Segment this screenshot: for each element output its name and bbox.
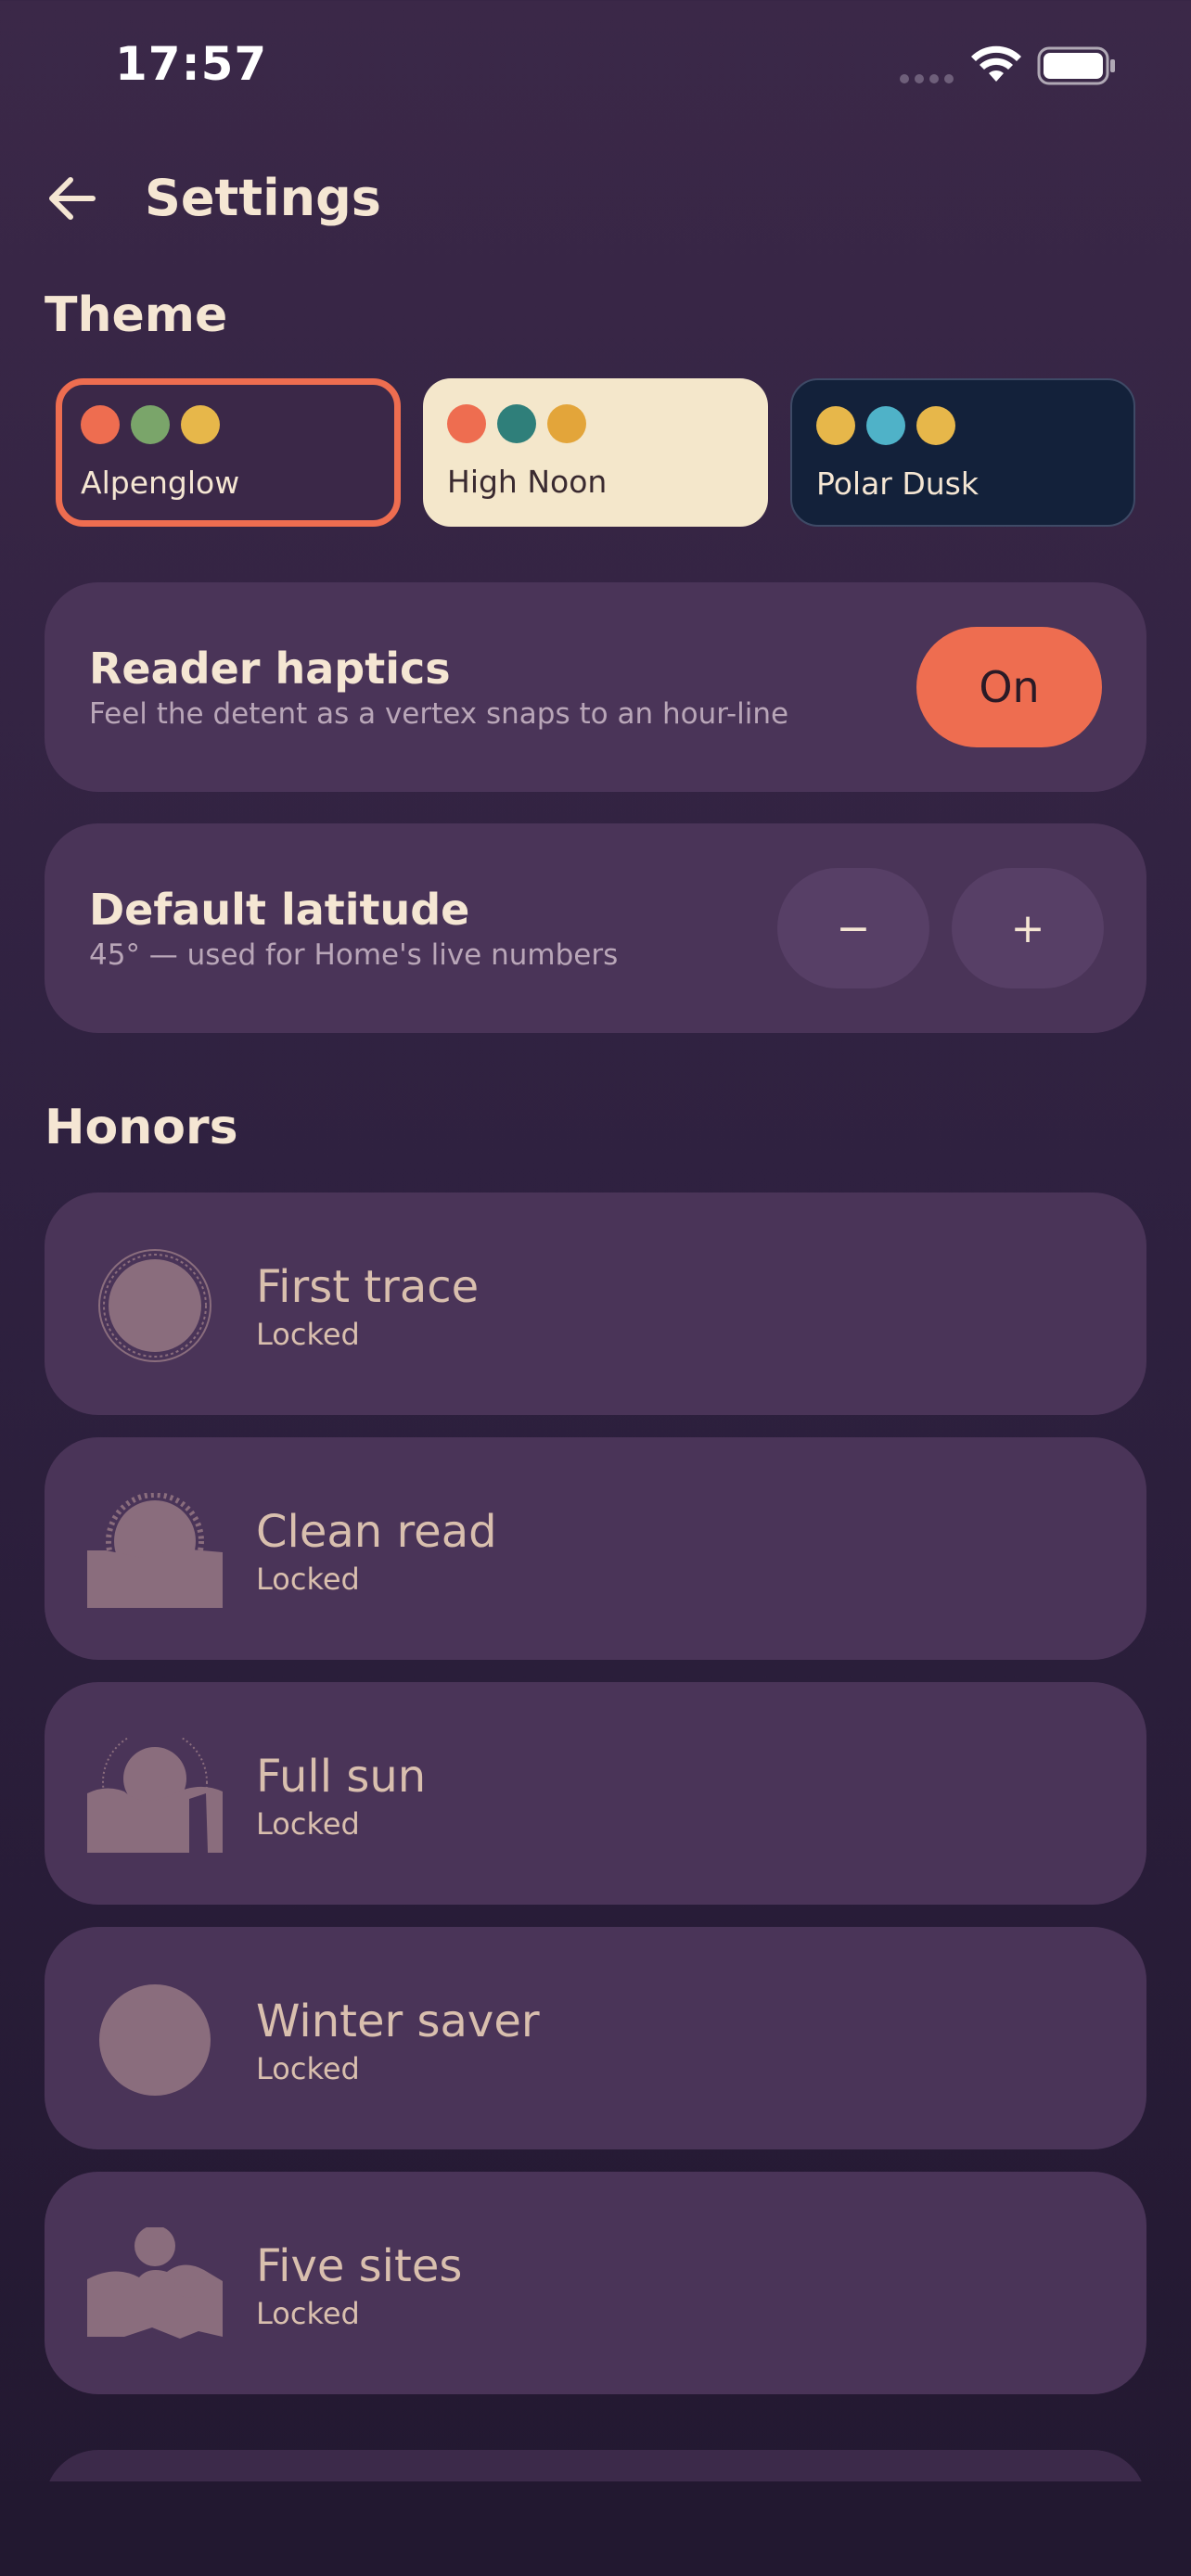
swatch-dot (497, 404, 536, 443)
full-sun-badge-icon (87, 1738, 223, 1853)
disc-badge-icon (99, 1984, 211, 2096)
swatch-dot (916, 406, 955, 445)
honor-name: Clean read (256, 1506, 497, 1558)
honor-status: Locked (256, 1317, 360, 1352)
honor-item-five-sites: Five sites Locked (45, 2172, 1146, 2394)
battery-icon (1037, 46, 1115, 85)
default-latitude-subtitle: 45° — used for Home's live numbers (89, 938, 619, 972)
honor-status: Locked (256, 1806, 360, 1842)
theme-option-high-noon[interactable]: High Noon (423, 378, 768, 527)
page-title: Settings (145, 169, 381, 227)
sun-rise-badge-icon (87, 1493, 223, 1608)
default-latitude-card: Default latitude 45° — used for Home's l… (45, 823, 1146, 1033)
top-bar: Settings (0, 158, 1191, 241)
swatch-dot (447, 404, 486, 443)
reader-haptics-toggle[interactable]: On (916, 627, 1102, 747)
theme-picker: Alpenglow High Noon Polar Dusk (56, 378, 1135, 527)
signal-icon (900, 74, 954, 83)
theme-section-title: Theme (45, 287, 228, 343)
honor-name: Five sites (256, 2240, 463, 2292)
reader-haptics-subtitle: Feel the detent as a vertex snaps to an … (89, 697, 789, 731)
honor-item-clean-read: Clean read Locked (45, 1437, 1146, 1660)
honor-name: Full sun (256, 1751, 427, 1803)
honor-name: First trace (256, 1261, 480, 1313)
theme-label: Alpenglow (81, 465, 240, 501)
honor-item-winter-saver: Winter saver Locked (45, 1927, 1146, 2149)
theme-label: High Noon (447, 464, 608, 500)
honor-status: Locked (256, 2051, 360, 2086)
reader-haptics-title: Reader haptics (89, 644, 451, 694)
swatch-dot (181, 405, 220, 444)
swatch-dot (81, 405, 120, 444)
honor-status: Locked (256, 2296, 360, 2331)
back-arrow-icon[interactable] (45, 171, 100, 226)
sites-badge-icon (87, 2227, 223, 2339)
reader-haptics-card: Reader haptics Feel the detent as a vert… (45, 582, 1146, 792)
honor-item-full-sun: Full sun Locked (45, 1682, 1146, 1905)
honor-status: Locked (256, 1562, 360, 1597)
swatch-dot (131, 405, 170, 444)
theme-option-alpenglow[interactable]: Alpenglow (56, 378, 401, 527)
circle-dial-badge-icon (98, 1249, 211, 1362)
swatch-dot (816, 406, 855, 445)
swatch-dot (866, 406, 905, 445)
default-latitude-title: Default latitude (89, 885, 470, 935)
wifi-icon (971, 45, 1021, 82)
honors-section-title: Honors (45, 1100, 238, 1155)
swatch-dot (547, 404, 586, 443)
theme-option-polar-dusk[interactable]: Polar Dusk (790, 378, 1135, 527)
latitude-decrement-button[interactable]: − (777, 868, 929, 988)
bottom-edge (0, 2481, 1191, 2576)
status-time: 17:57 (115, 37, 268, 91)
theme-label: Polar Dusk (816, 465, 979, 502)
status-bar: 17:57 (0, 0, 1191, 139)
honor-item-first-trace: First trace Locked (45, 1192, 1146, 1415)
latitude-increment-button[interactable]: + (952, 868, 1104, 988)
honor-name: Winter saver (256, 1996, 540, 2047)
